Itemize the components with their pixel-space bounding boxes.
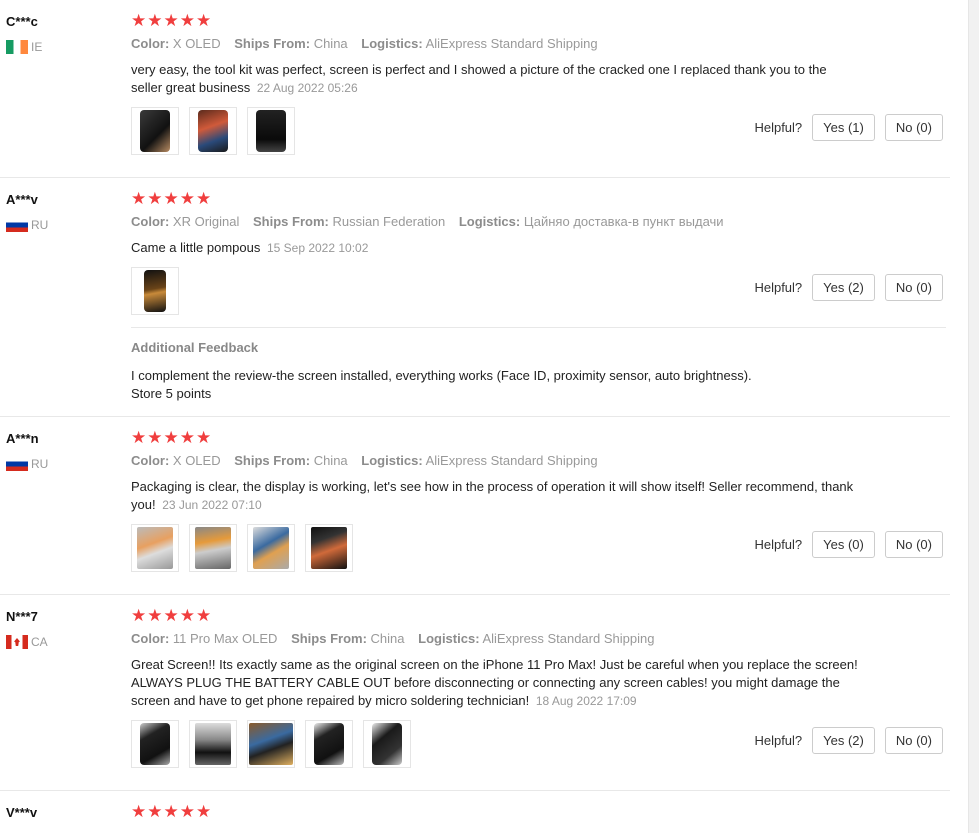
photo-thumbnail[interactable] [363,720,411,768]
rating-stars: ★★★★★ [131,189,213,208]
reviewer-name: A***v [6,192,38,207]
helpful-votes: Helpful? Yes (1) No (0) [754,114,943,141]
helpful-label: Helpful? [754,733,803,748]
logistics: AliExpress Standard Shipping [425,453,598,468]
helpful-label: Helpful? [754,120,803,135]
photo-thumbnail[interactable] [247,720,295,768]
vote-yes-button[interactable]: Yes (1) [812,114,875,141]
reviewer-name: N***7 [6,609,38,624]
photo-thumbnail[interactable] [189,720,237,768]
review-text: Great Screen!! Its exactly same as the o… [131,657,858,708]
flag-icon [6,457,28,471]
review-date: 23 Jun 2022 07:10 [162,498,262,512]
flag-icon [6,40,28,54]
photo-thumbnail[interactable] [131,524,179,572]
photo-thumbnail[interactable] [247,107,295,155]
vote-no-button[interactable]: No (0) [884,531,943,558]
ships-from: China [313,36,348,51]
country-code: RU [31,457,49,471]
reviewer-country: RU [6,218,48,232]
photo-thumbnail[interactable] [305,720,353,768]
additional-feedback-text: I complement the review-the screen insta… [131,368,752,401]
vote-yes-button[interactable]: Yes (0) [812,531,875,558]
photo-thumbnail[interactable] [305,524,353,572]
photo-thumbnail[interactable] [247,524,295,572]
reviewer-country: IE [6,40,42,54]
ships-from: China [370,631,405,646]
photo-thumbnail[interactable] [131,107,179,155]
vote-no-button[interactable]: No (0) [884,727,943,754]
sku-color: 11 Pro Max OLED [172,631,278,646]
review-date: 22 Aug 2022 05:26 [256,81,358,95]
reviewer-name: A***n [6,431,39,446]
review-item: A***v RU ★★★★★ Color: XR Original Ships … [0,178,950,417]
review-meta: Color: 11 Pro Max OLED Ships From: China… [131,631,655,646]
helpful-votes: Helpful? Yes (2) No (0) [754,274,943,301]
photo-thumbnail[interactable] [189,524,237,572]
reviewer-country: RU [6,457,48,471]
review-item: V***v ★★★★★ [0,791,950,833]
photo-thumbnail[interactable] [131,267,179,315]
ships-from: China [313,453,348,468]
vote-yes-button[interactable]: Yes (2) [812,727,875,754]
rating-stars: ★★★★★ [131,606,213,625]
sku-color: X OLED [172,453,221,468]
helpful-votes: Helpful? Yes (2) No (0) [754,727,943,754]
ships-from: Russian Federation [332,214,446,229]
section-divider [131,327,946,328]
review-meta: Color: XR Original Ships From: Russian F… [131,214,724,229]
logistics: AliExpress Standard Shipping [425,36,598,51]
rating-stars: ★★★★★ [131,802,213,821]
sku-color: X OLED [172,36,221,51]
reviewer-name: V***v [6,805,38,820]
review-date: 15 Sep 2022 10:02 [266,241,369,255]
country-code: RU [31,218,49,232]
flag-icon [6,218,28,232]
reviewer-country: CA [6,635,48,649]
review-item: C***c IE ★★★★★ Color: X OLED Ships From:… [0,0,950,178]
review-text: Came a little pompous 15 Sep 2022 10:02 [131,240,369,255]
rating-stars: ★★★★★ [131,11,213,30]
review-item: A***n RU ★★★★★ Color: X OLED Ships From:… [0,417,950,595]
flag-icon [6,635,28,649]
vote-no-button[interactable]: No (0) [884,114,943,141]
review-text: Packaging is clear, the display is worki… [131,479,854,512]
helpful-votes: Helpful? Yes (0) No (0) [754,531,943,558]
logistics: Цайняо доставка-в пункт выдачи [523,214,724,229]
photo-thumbnail[interactable] [189,107,237,155]
country-code: CA [31,635,48,649]
review-date: 18 Aug 2022 17:09 [535,694,637,708]
rating-stars: ★★★★★ [131,428,213,447]
review-meta: Color: X OLED Ships From: China Logistic… [131,36,598,51]
helpful-label: Helpful? [754,537,803,552]
logistics: AliExpress Standard Shipping [482,631,655,646]
country-code: IE [31,40,43,54]
additional-feedback-title: Additional Feedback [131,340,259,355]
review-item: N***7 CA ★★★★★ Color: 11 Pro Max OLED Sh… [0,595,950,791]
review-meta: Color: X OLED Ships From: China Logistic… [131,453,598,468]
review-text: very easy, the tool kit was perfect, scr… [131,62,827,95]
helpful-label: Helpful? [754,280,803,295]
photo-thumbnail[interactable] [131,720,179,768]
page-scrollbar[interactable] [968,0,979,833]
vote-no-button[interactable]: No (0) [884,274,943,301]
vote-yes-button[interactable]: Yes (2) [812,274,875,301]
reviewer-name: C***c [6,14,38,29]
sku-color: XR Original [172,214,240,229]
